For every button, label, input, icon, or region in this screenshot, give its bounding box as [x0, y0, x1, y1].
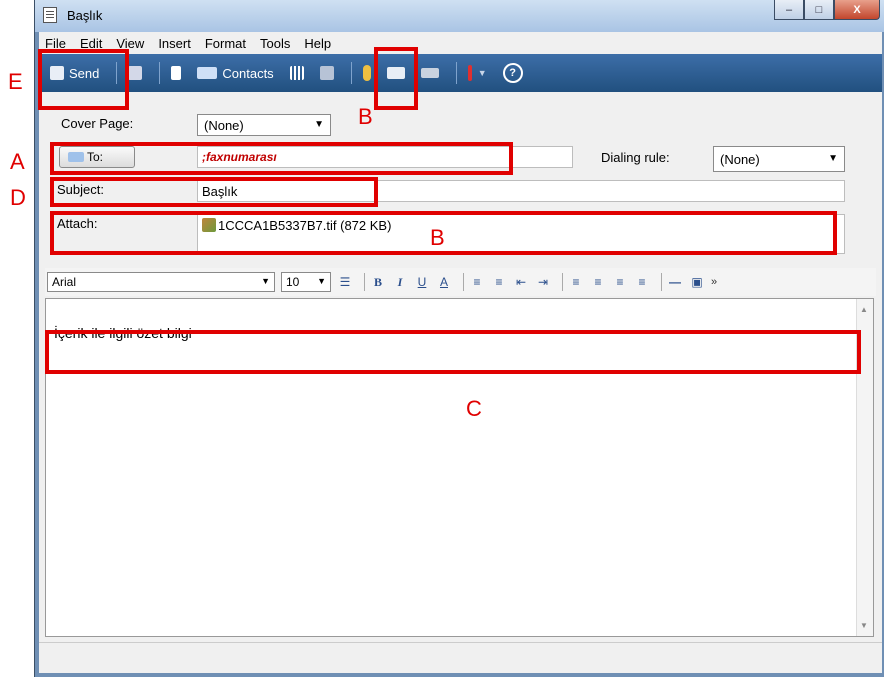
font-value: Arial	[52, 275, 77, 289]
main-toolbar: Send Contacts ▼ ?	[39, 54, 882, 92]
dialing-rule-select[interactable]: (None) ▼	[713, 146, 845, 172]
document-icon	[43, 7, 57, 23]
chevron-down-icon: ▼	[828, 153, 838, 164]
menu-bar: File Edit View Insert Format Tools Help	[39, 32, 882, 54]
contacts-button[interactable]: Contacts	[192, 60, 278, 86]
annotation-box-d	[50, 177, 378, 207]
toolbar-separator	[463, 273, 464, 291]
numbered-list-icon[interactable]: ≡	[469, 275, 485, 289]
bold-button[interactable]: B	[370, 275, 386, 290]
font-size-value: 10	[286, 275, 300, 289]
underline-button[interactable]: U	[414, 275, 430, 289]
toolbar-separator	[455, 62, 457, 84]
italic-button[interactable]: I	[392, 275, 408, 290]
annotation-letter-a: A	[10, 149, 25, 174]
horizontal-line-icon[interactable]: —	[667, 275, 683, 289]
annotation-box-c	[45, 330, 861, 374]
cover-page-value: (None)	[204, 117, 244, 133]
dialing-rule-label: Dialing rule:	[601, 150, 670, 165]
chevron-down-icon: ▼	[314, 119, 324, 130]
check-names-icon	[319, 66, 334, 80]
save-icon	[128, 66, 143, 80]
status-bar	[39, 642, 882, 673]
maximize-button[interactable]: □	[804, 0, 834, 20]
chevron-down-icon: ▼	[477, 68, 487, 78]
annotation-box-b-attach	[374, 47, 418, 110]
paragraph-style-icon[interactable]: ☰	[337, 275, 353, 289]
contacts-icon	[197, 67, 218, 79]
annotation-letter-d: D	[10, 185, 26, 210]
cover-page-icon	[171, 66, 182, 80]
toolbar-separator	[350, 62, 352, 84]
increase-indent-icon[interactable]: ⇥	[535, 275, 551, 289]
align-center-icon[interactable]: ≡	[590, 275, 606, 289]
annotation-box-a	[50, 142, 513, 175]
font-color-button[interactable]: A	[436, 275, 452, 289]
priority-button[interactable]: ▼	[463, 60, 492, 86]
contacts-label: Contacts	[222, 65, 274, 81]
cover-page-select[interactable]: (None) ▼	[197, 114, 331, 136]
attach-button[interactable]	[358, 60, 376, 86]
cover-page-button[interactable]	[166, 60, 186, 86]
dialing-rule-value: (None)	[720, 151, 760, 167]
align-right-icon[interactable]: ≡	[612, 275, 628, 289]
more-options-icon[interactable]: »	[711, 276, 717, 288]
toolbar-separator	[661, 273, 662, 291]
window-controls: – □ X	[774, 0, 880, 22]
check-names-button[interactable]	[315, 60, 339, 86]
cover-page-label: Cover Page:	[61, 116, 134, 131]
menu-tools[interactable]: Tools	[260, 36, 290, 51]
scroll-down-icon[interactable]: ▼	[860, 621, 868, 630]
fax-icon	[420, 68, 439, 78]
close-button[interactable]: X	[834, 0, 880, 20]
address-book-grid-icon	[289, 66, 304, 80]
font-select[interactable]: Arial ▼	[47, 272, 275, 292]
decrease-indent-icon[interactable]: ⇤	[513, 275, 529, 289]
annotation-letter-e: E	[8, 69, 23, 94]
window-title: Başlık	[67, 8, 103, 23]
title-bar[interactable]: Başlık – □ X	[35, 0, 884, 32]
attach-icon	[362, 65, 371, 81]
toolbar-separator	[562, 273, 563, 291]
bulleted-list-icon[interactable]: ≡	[491, 275, 507, 289]
scroll-up-icon[interactable]: ▲	[860, 305, 868, 314]
minimize-button[interactable]: –	[774, 0, 804, 20]
annotation-letter-b: B	[430, 225, 445, 250]
justify-icon[interactable]: ≡	[634, 275, 650, 289]
insert-picture-icon[interactable]: ▣	[689, 275, 705, 289]
help-icon: ?	[502, 63, 523, 83]
annotation-letter-b: B	[358, 104, 373, 129]
formatting-toolbar: Arial ▼ 10 ▼ ☰ B I U A ≡ ≡ ⇤ ⇥ ≡ ≡ ≡ ≡ —	[45, 268, 876, 296]
chevron-down-icon: ▼	[261, 276, 270, 286]
font-size-select[interactable]: 10 ▼	[281, 272, 331, 292]
toolbar-separator	[364, 273, 365, 291]
address-book-grid-button[interactable]	[285, 60, 309, 86]
priority-icon	[467, 65, 472, 81]
menu-insert[interactable]: Insert	[158, 36, 191, 51]
align-left-icon[interactable]: ≡	[568, 275, 584, 289]
menu-format[interactable]: Format	[205, 36, 246, 51]
fax-button[interactable]	[416, 60, 444, 86]
help-button[interactable]: ?	[498, 60, 528, 86]
annotation-box-e	[38, 49, 129, 110]
chevron-down-icon: ▼	[317, 276, 326, 286]
toolbar-separator	[159, 62, 161, 84]
menu-help[interactable]: Help	[304, 36, 331, 51]
annotation-letter-c: C	[466, 396, 482, 421]
